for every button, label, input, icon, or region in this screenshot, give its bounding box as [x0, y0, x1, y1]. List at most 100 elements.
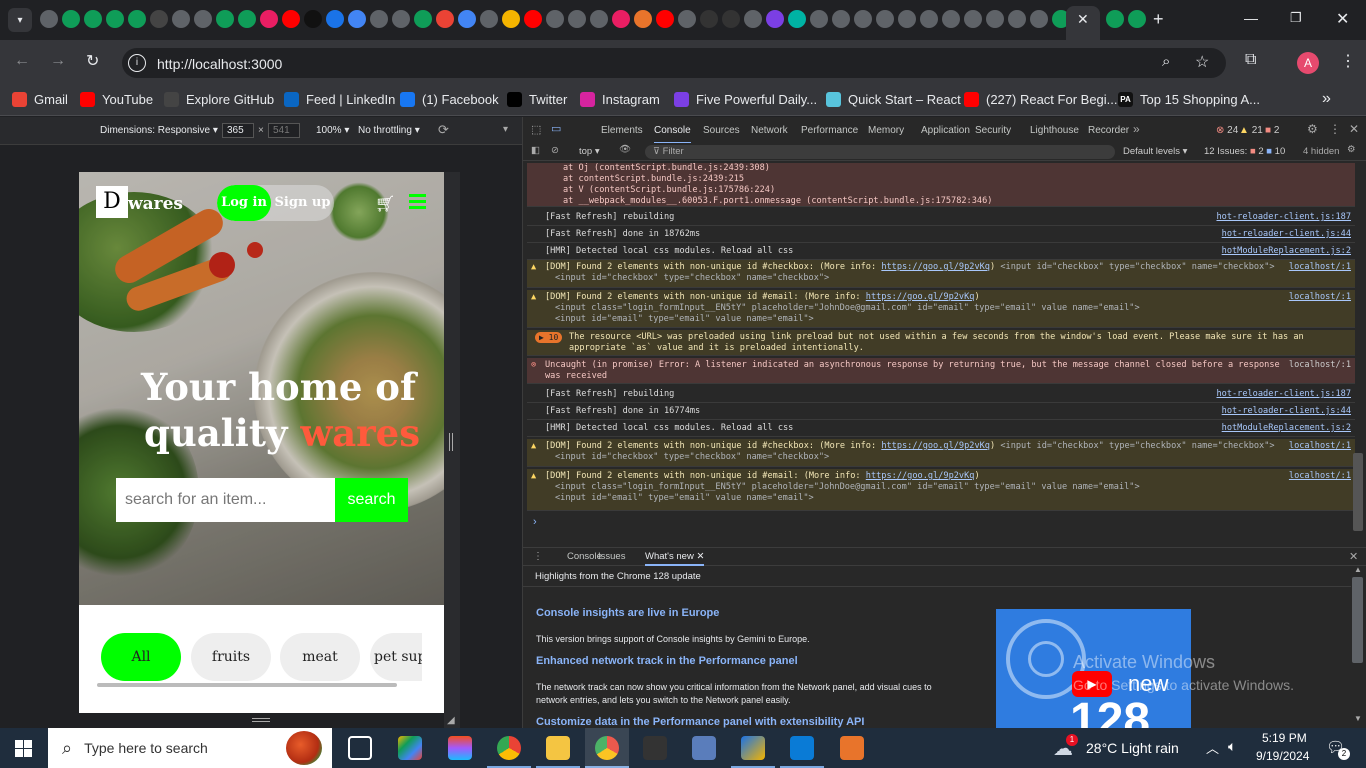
- bookmark-item[interactable]: Explore GitHub: [164, 92, 274, 107]
- bookmark-item[interactable]: Five Powerful Daily...: [674, 92, 817, 107]
- browser-tab-favicon-icon[interactable]: [150, 10, 168, 28]
- vscode-icon[interactable]: [790, 736, 814, 760]
- reload-icon[interactable]: ↻: [86, 51, 99, 71]
- width-input[interactable]: 365: [222, 123, 254, 138]
- clock-date[interactable]: 9/19/2024: [1256, 749, 1309, 763]
- right-resize-grip[interactable]: [449, 433, 453, 451]
- devtools-menu-icon[interactable]: ⋮: [1329, 122, 1341, 136]
- console-source-link[interactable]: localhost/:1: [1289, 360, 1351, 371]
- browser-tab-favicon-icon[interactable]: [304, 10, 322, 28]
- sidebar-toggle-icon[interactable]: ◧: [531, 145, 540, 156]
- search-button[interactable]: search: [335, 478, 408, 522]
- bookmark-item[interactable]: (1) Facebook: [400, 92, 499, 107]
- volume-icon[interactable]: 🔈︎: [1228, 738, 1236, 755]
- devtools-tab-elements[interactable]: Elements: [601, 125, 643, 136]
- console-source-link[interactable]: hot-reloader-client.js:44: [1222, 406, 1351, 417]
- browser-tab-favicon-icon[interactable]: [700, 10, 718, 28]
- browser-tab-favicon-icon[interactable]: [238, 10, 256, 28]
- console-source-link[interactable]: hotModuleReplacement.js:2: [1222, 423, 1351, 434]
- minimize-button[interactable]: —: [1244, 10, 1258, 26]
- browser-tab-favicon-icon[interactable]: [348, 10, 366, 28]
- browser-tab-favicon-icon[interactable]: [898, 10, 916, 28]
- error-count-badge[interactable]: ⊗ 24: [1216, 125, 1238, 136]
- browser-tab-favicon-icon[interactable]: [986, 10, 1004, 28]
- corner-resize-icon[interactable]: ◢: [447, 715, 455, 726]
- warning-count-badge[interactable]: ▲ 21: [1239, 125, 1263, 136]
- browser-tab-favicon-icon[interactable]: [744, 10, 762, 28]
- console-source-link[interactable]: localhost/:1: [1289, 471, 1351, 482]
- bookmark-item[interactable]: Feed | LinkedIn: [284, 92, 395, 107]
- maximize-button[interactable]: ❐: [1290, 10, 1302, 26]
- app-icon-colorful[interactable]: [398, 736, 422, 760]
- drawer-tab-0[interactable]: Console: [567, 551, 602, 562]
- profile-avatar[interactable]: A: [1297, 52, 1319, 74]
- browser-tab-favicon-icon[interactable]: [62, 10, 80, 28]
- browser-tab-favicon-icon[interactable]: [942, 10, 960, 28]
- devtools-tab-performance[interactable]: Performance: [801, 125, 858, 136]
- browser-tab-favicon-icon[interactable]: [590, 10, 608, 28]
- device-options-icon[interactable]: ▾: [503, 124, 508, 135]
- figma-icon[interactable]: [448, 736, 472, 760]
- logo-text[interactable]: wares: [128, 194, 183, 214]
- browser-tab-favicon-icon[interactable]: [634, 10, 652, 28]
- browser-tab-favicon-icon[interactable]: [722, 10, 740, 28]
- media-player-icon[interactable]: [643, 736, 667, 760]
- whats-new-heading[interactable]: Console insights are live in Europe: [536, 607, 719, 619]
- bookmark-item[interactable]: (227) React For Begi...: [964, 92, 1118, 107]
- bookmark-item[interactable]: Instagram: [580, 92, 660, 107]
- devtools-tab-application[interactable]: Application: [921, 125, 970, 136]
- category-chip-All[interactable]: All: [101, 633, 181, 681]
- close-tab-icon[interactable]: ✕: [1077, 11, 1089, 28]
- browser-tab-favicon-icon[interactable]: [370, 10, 388, 28]
- category-chip-meat[interactable]: meat: [280, 633, 360, 681]
- browser-tab-favicon-icon[interactable]: [84, 10, 102, 28]
- browser-tab-favicon-icon[interactable]: [964, 10, 982, 28]
- browser-tab-favicon-icon[interactable]: [1128, 10, 1146, 28]
- close-devtools-icon[interactable]: ✕: [1349, 122, 1359, 136]
- weather-text[interactable]: 28°C Light rain: [1086, 740, 1179, 756]
- bookmark-item[interactable]: YouTube: [80, 92, 153, 107]
- console-filter-input[interactable]: ⊽ Filter: [645, 145, 1115, 159]
- browser-tab-favicon-icon[interactable]: [568, 10, 586, 28]
- bookmark-item[interactable]: PA Top 15 Shopping A...: [1118, 92, 1260, 107]
- close-drawer-icon[interactable]: ✕: [1349, 550, 1358, 563]
- browser-tab-favicon-icon[interactable]: [920, 10, 938, 28]
- browser-tab-favicon-icon[interactable]: [656, 10, 674, 28]
- drawer-scroll-down-icon[interactable]: ▼: [1354, 714, 1362, 723]
- browser-tab-favicon-icon[interactable]: [502, 10, 520, 28]
- console-prompt[interactable]: ›: [533, 516, 537, 528]
- cart-icon[interactable]: 🛒︎: [375, 194, 395, 214]
- settings-gear-icon[interactable]: ⚙: [1307, 122, 1318, 136]
- browser-tab-favicon-icon[interactable]: [106, 10, 124, 28]
- browser-tab-favicon-icon[interactable]: [480, 10, 498, 28]
- browser-tab-favicon-icon[interactable]: [524, 10, 542, 28]
- whats-new-heading[interactable]: Enhanced network track in the Performanc…: [536, 655, 798, 667]
- dimensions-select[interactable]: Dimensions: Responsive ▾: [100, 125, 218, 136]
- whats-new-heading[interactable]: Customize data in the Performance panel …: [536, 716, 864, 728]
- info-count-badge[interactable]: ■ 2: [1265, 125, 1279, 136]
- console-source-link[interactable]: hot-reloader-client.js:44: [1222, 229, 1351, 240]
- console-source-link[interactable]: hot-reloader-client.js:187: [1216, 389, 1351, 400]
- devtools-tab-recorder[interactable]: Recorder: [1088, 125, 1129, 136]
- more-panels-icon[interactable]: »: [1133, 122, 1140, 136]
- remote-desktop-icon[interactable]: [692, 736, 716, 760]
- browser-tab-favicon-icon[interactable]: [1030, 10, 1048, 28]
- console-scrollbar[interactable]: [1353, 453, 1363, 531]
- search-input[interactable]: search for an item...: [116, 478, 335, 522]
- drawer-menu-icon[interactable]: ⋮: [533, 551, 543, 562]
- task-view-icon[interactable]: [348, 736, 372, 760]
- forward-icon[interactable]: →: [50, 52, 66, 70]
- rotate-icon[interactable]: ⟳: [438, 122, 449, 138]
- browser-tab-favicon-icon[interactable]: [436, 10, 454, 28]
- devtools-tab-lighthouse[interactable]: Lighthouse: [1030, 125, 1079, 136]
- issues-counter[interactable]: 12 Issues: ■ 2 ■ 10: [1204, 146, 1285, 157]
- context-select[interactable]: top ▾: [579, 146, 600, 157]
- console-source-link[interactable]: localhost/:1: [1289, 262, 1351, 273]
- browser-tab-favicon-icon[interactable]: [326, 10, 344, 28]
- logo-mark[interactable]: D: [96, 186, 128, 218]
- drawer-tab-2[interactable]: What's new ✕: [645, 551, 705, 566]
- console-source-link[interactable]: hotModuleReplacement.js:2: [1222, 246, 1351, 257]
- back-icon[interactable]: ←: [14, 52, 30, 70]
- browser-tab-favicon-icon[interactable]: [458, 10, 476, 28]
- browser-tab-favicon-icon[interactable]: [128, 10, 146, 28]
